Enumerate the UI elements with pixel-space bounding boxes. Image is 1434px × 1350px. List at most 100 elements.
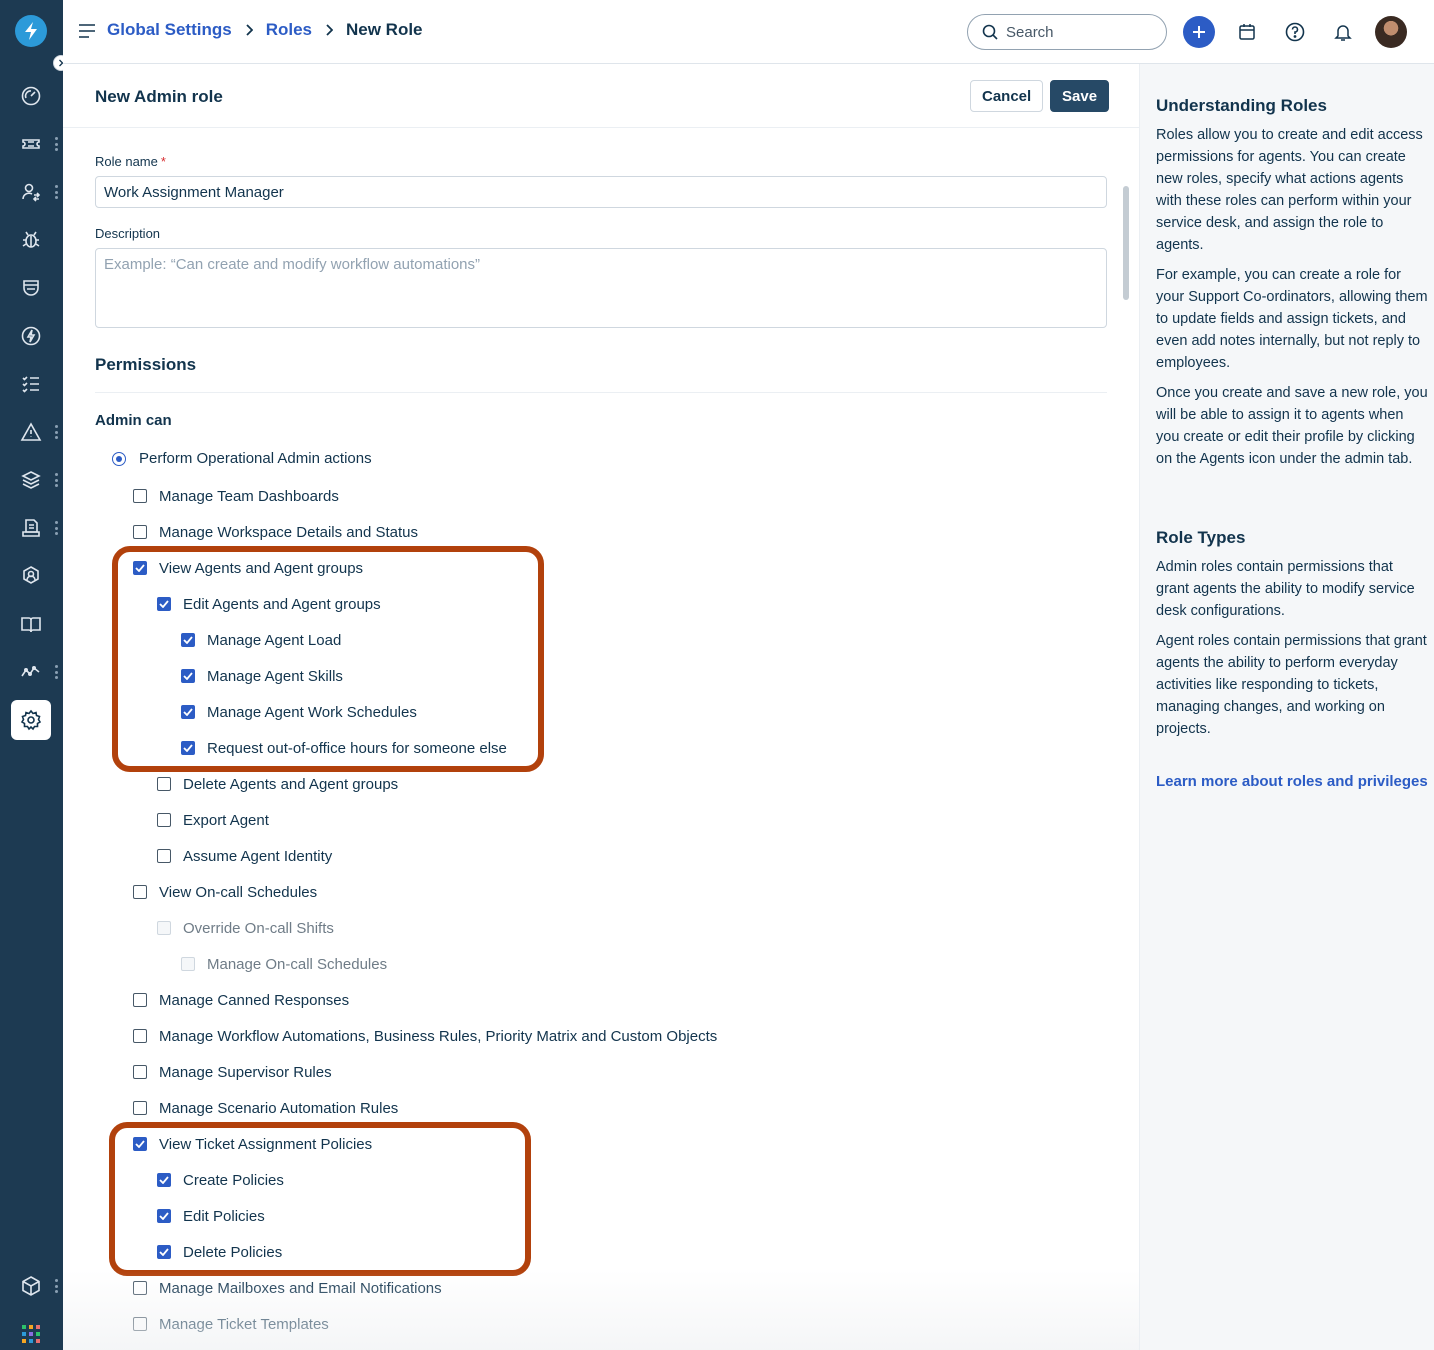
help-panel: Understanding Roles Roles allow you to c… bbox=[1139, 64, 1434, 1350]
changes-more-icon[interactable] bbox=[55, 185, 58, 199]
permission-item[interactable]: Manage Workspace Details and Status bbox=[133, 522, 418, 542]
breadcrumb-roles[interactable]: Roles bbox=[266, 20, 312, 40]
apps-grid-icon[interactable] bbox=[11, 1314, 51, 1350]
permission-item[interactable]: Manage Canned Responses bbox=[133, 990, 349, 1010]
calendar-icon bbox=[1239, 24, 1255, 40]
learn-more-link[interactable]: Learn more about roles and privileges bbox=[1156, 773, 1428, 790]
projects-icon[interactable] bbox=[11, 460, 51, 500]
highlight-policies-box bbox=[109, 1122, 531, 1276]
permission-label: Manage Workspace Details and Status bbox=[159, 523, 419, 541]
checkbox[interactable] bbox=[133, 885, 147, 899]
page-title: New Admin role bbox=[95, 87, 223, 106]
role-form: New Admin role Cancel Save Role name * Wo… bbox=[63, 64, 1139, 1350]
permission-item[interactable]: View On-call Schedules bbox=[133, 882, 317, 902]
permission-item[interactable]: Manage Mailboxes and Email Notifications bbox=[133, 1278, 442, 1298]
tasks-icon[interactable] bbox=[11, 364, 51, 404]
calendar-button[interactable] bbox=[1231, 16, 1263, 48]
tickets-icon[interactable] bbox=[11, 124, 51, 164]
product-logo-icon[interactable] bbox=[15, 15, 47, 47]
checkbox[interactable] bbox=[133, 993, 147, 1007]
highlight-agents-box bbox=[112, 546, 544, 772]
role-name-label-text: Role name bbox=[95, 154, 158, 169]
breadcrumb-global-settings[interactable]: Global Settings bbox=[107, 20, 232, 40]
changes-icon[interactable] bbox=[11, 172, 51, 212]
checkbox[interactable] bbox=[133, 1317, 147, 1331]
permission-item[interactable]: Delete Agents and Agent groups bbox=[157, 774, 398, 794]
understanding-roles-p2: For example, you can create a role for y… bbox=[1156, 267, 1428, 371]
projects-more-icon[interactable] bbox=[55, 473, 58, 487]
help-icon bbox=[1285, 22, 1305, 42]
scrollbar[interactable] bbox=[1123, 186, 1129, 300]
search-input[interactable]: Search bbox=[967, 14, 1167, 50]
role-types-p2: Agent roles contain permissions that gra… bbox=[1156, 633, 1427, 737]
chevron-right-icon bbox=[325, 24, 333, 36]
analytics-more-icon[interactable] bbox=[55, 665, 58, 679]
permission-label: View On-call Schedules bbox=[159, 883, 318, 901]
marketplace-icon[interactable] bbox=[11, 1266, 51, 1306]
left-nav-rail bbox=[0, 0, 69, 1350]
save-button[interactable]: Save bbox=[1050, 80, 1110, 112]
dashboard-icon[interactable] bbox=[11, 76, 51, 116]
permission-label: Manage Mailboxes and Email Notifications bbox=[159, 1279, 442, 1297]
permission-item[interactable]: Export Agent bbox=[157, 810, 269, 830]
menu-icon[interactable] bbox=[78, 24, 96, 38]
solutions-icon[interactable] bbox=[11, 604, 51, 644]
checkbox[interactable] bbox=[133, 489, 147, 503]
permission-label: Delete Agents and Agent groups bbox=[183, 775, 399, 793]
checkbox[interactable] bbox=[157, 777, 171, 791]
cancel-button[interactable]: Cancel bbox=[970, 80, 1044, 112]
checkbox[interactable] bbox=[133, 525, 147, 539]
permission-item[interactable]: Manage Workflow Automations, Business Ru… bbox=[133, 1026, 717, 1046]
alerts-icon[interactable] bbox=[11, 412, 51, 452]
analytics-icon[interactable] bbox=[11, 652, 51, 692]
understanding-roles-p3: Once you create and save a new role, you… bbox=[1156, 385, 1428, 467]
permission-label: Manage On-call Schedules bbox=[207, 955, 388, 973]
checkbox[interactable] bbox=[157, 813, 171, 827]
alerts-more-icon[interactable] bbox=[55, 425, 58, 439]
permission-item[interactable]: Manage Team Dashboards bbox=[133, 486, 339, 506]
checkbox[interactable] bbox=[133, 1101, 147, 1115]
permission-label: Manage Ticket Templates bbox=[159, 1315, 329, 1333]
permission-label: Manage Team Dashboards bbox=[159, 487, 339, 505]
permission-item[interactable]: Manage Ticket Templates bbox=[133, 1314, 329, 1334]
form-titlebar: New Admin role Cancel Save bbox=[63, 64, 1139, 128]
permission-item[interactable]: Manage Supervisor Rules bbox=[133, 1062, 332, 1082]
checkbox[interactable] bbox=[133, 1281, 147, 1295]
help-button[interactable] bbox=[1279, 16, 1311, 48]
permission-item[interactable]: Assume Agent Identity bbox=[157, 846, 332, 866]
assets-icon[interactable] bbox=[11, 268, 51, 308]
operational-admin-radio[interactable]: Perform Operational Admin actions bbox=[112, 450, 372, 467]
understanding-roles-title: Understanding Roles bbox=[1156, 96, 1327, 115]
user-avatar[interactable] bbox=[1375, 16, 1407, 48]
permission-label: Manage Scenario Automation Rules bbox=[159, 1099, 399, 1117]
marketplace-more-icon[interactable] bbox=[55, 1279, 58, 1293]
checkbox[interactable] bbox=[133, 1065, 147, 1079]
notifications-button[interactable] bbox=[1327, 16, 1359, 48]
radio-selected[interactable] bbox=[112, 451, 126, 466]
role-name-input[interactable]: Work Assignment Manager bbox=[95, 176, 1107, 208]
permission-item[interactable]: Manage Scenario Automation Rules bbox=[133, 1098, 398, 1118]
operational-admin-label: Perform Operational Admin actions bbox=[139, 450, 372, 467]
admin-settings-icon[interactable] bbox=[11, 700, 51, 740]
breadcrumb: Global Settings Roles New Role bbox=[107, 20, 423, 40]
add-new-button[interactable] bbox=[1183, 16, 1215, 48]
catalog-icon[interactable] bbox=[11, 556, 51, 596]
reports-icon[interactable] bbox=[11, 508, 51, 548]
checkbox[interactable] bbox=[133, 1029, 147, 1043]
problems-icon[interactable] bbox=[11, 220, 51, 260]
checkbox[interactable] bbox=[157, 849, 171, 863]
description-textarea[interactable]: Example: “Can create and modify workflow… bbox=[95, 248, 1107, 328]
checkbox bbox=[181, 957, 195, 971]
description-label: Description bbox=[95, 226, 161, 241]
checkbox bbox=[157, 921, 171, 935]
search-placeholder: Search bbox=[1006, 23, 1054, 41]
automation-icon[interactable] bbox=[11, 316, 51, 356]
breadcrumb-new-role: New Role bbox=[345, 20, 423, 39]
role-types-title: Role Types bbox=[1156, 528, 1246, 547]
permission-label: Override On-call Shifts bbox=[183, 919, 334, 937]
reports-more-icon[interactable] bbox=[55, 521, 58, 535]
permission-item: Manage On-call Schedules bbox=[181, 954, 387, 974]
role-name-label: Role name * bbox=[95, 154, 166, 169]
top-header: Global Settings Roles New Role Search bbox=[63, 0, 1434, 64]
tickets-more-icon[interactable] bbox=[55, 137, 58, 151]
